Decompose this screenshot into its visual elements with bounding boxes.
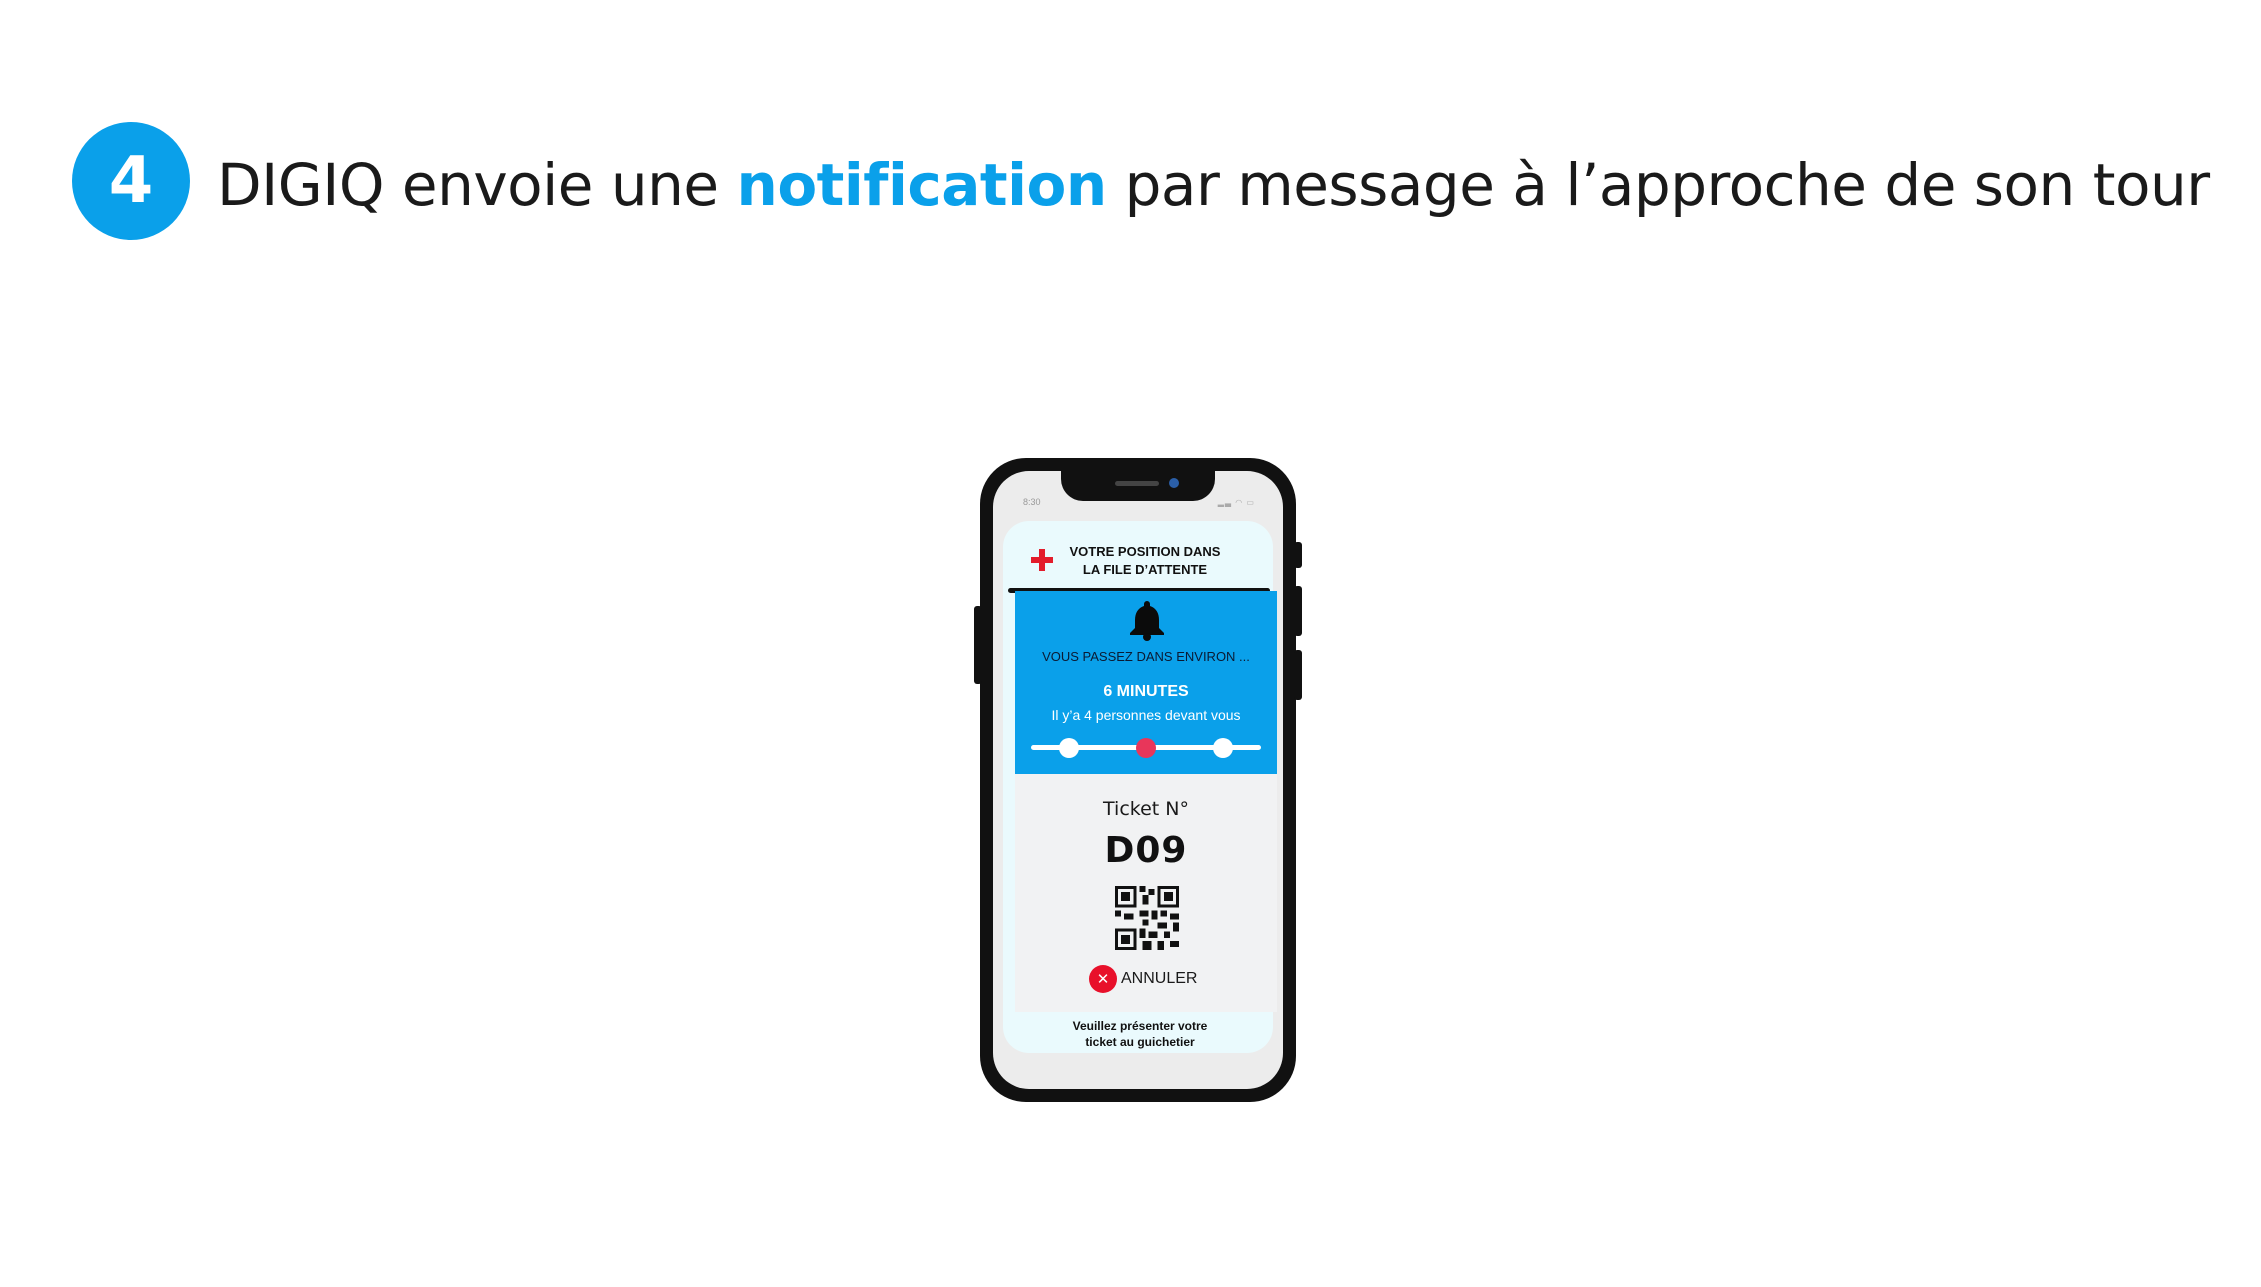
heading-highlight: notification [736, 151, 1108, 219]
phone-side-button [1294, 542, 1302, 568]
step-number-badge: 4 [72, 122, 190, 240]
page-heading: DIGIQ envoie une notification par messag… [217, 140, 2210, 230]
close-icon: ✕ [1089, 965, 1117, 993]
status-icons: ▂▃ ◠ ▭ [1217, 498, 1255, 507]
heading-text-before: DIGIQ envoie une [217, 151, 737, 219]
step-number: 4 [108, 144, 154, 218]
heading-text-after: par message à l’approche de son tour [1106, 151, 2210, 219]
status-time: 8:30 [1023, 497, 1041, 507]
ticket-panel: Ticket N° D09 ✕ ANNULER [1015, 774, 1277, 1012]
progress-step [1213, 738, 1233, 758]
ticket-number: D09 [1104, 830, 1188, 871]
phone-screen: 8:30 ▂▃ ◠ ▭ VOTRE POSITION DANS LA FILE … [993, 471, 1283, 1089]
phone-mockup: 8:30 ▂▃ ◠ ▭ VOTRE POSITION DANS LA FILE … [974, 458, 1302, 1102]
progress-step [1059, 738, 1079, 758]
bell-icon [1130, 601, 1164, 641]
card-title: VOTRE POSITION DANS LA FILE D’ATTENTE [1057, 543, 1233, 579]
people-ahead: Il y’a 4 personnes devant vous [1051, 707, 1241, 723]
wait-minutes: 6 MINUTES [1103, 683, 1189, 700]
footer-line1: Veuillez présenter votre [1072, 1019, 1208, 1033]
ticket-label: Ticket N° [1103, 798, 1189, 820]
footer-line2: ticket au guichetier [1085, 1035, 1195, 1049]
cancel-button[interactable]: ✕ ANNULER [1089, 964, 1197, 994]
qr-code-icon[interactable] [1115, 886, 1179, 950]
notification-panel: VOUS PASSEZ DANS ENVIRON ... 6 MINUTES I… [1015, 591, 1277, 774]
card-title-line1: VOTRE POSITION DANS [1069, 544, 1221, 559]
footer-note: Veuillez présenter votre ticket au guich… [1023, 1018, 1257, 1050]
phone-side-button [974, 606, 982, 684]
phone-side-button [1294, 586, 1302, 636]
front-camera [1169, 478, 1179, 488]
cancel-label: ANNULER [1121, 970, 1198, 987]
progress-step-current [1136, 738, 1156, 758]
phone-side-button [1294, 650, 1302, 700]
speaker [1115, 481, 1159, 486]
card-title-line2: LA FILE D’ATTENTE [1082, 562, 1208, 577]
red-cross-icon [1031, 549, 1053, 571]
notification-intro: VOUS PASSEZ DANS ENVIRON ... [1042, 649, 1250, 664]
queue-app-card: VOTRE POSITION DANS LA FILE D’ATTENTE VO… [1003, 521, 1277, 1053]
phone-notch [1061, 471, 1215, 501]
